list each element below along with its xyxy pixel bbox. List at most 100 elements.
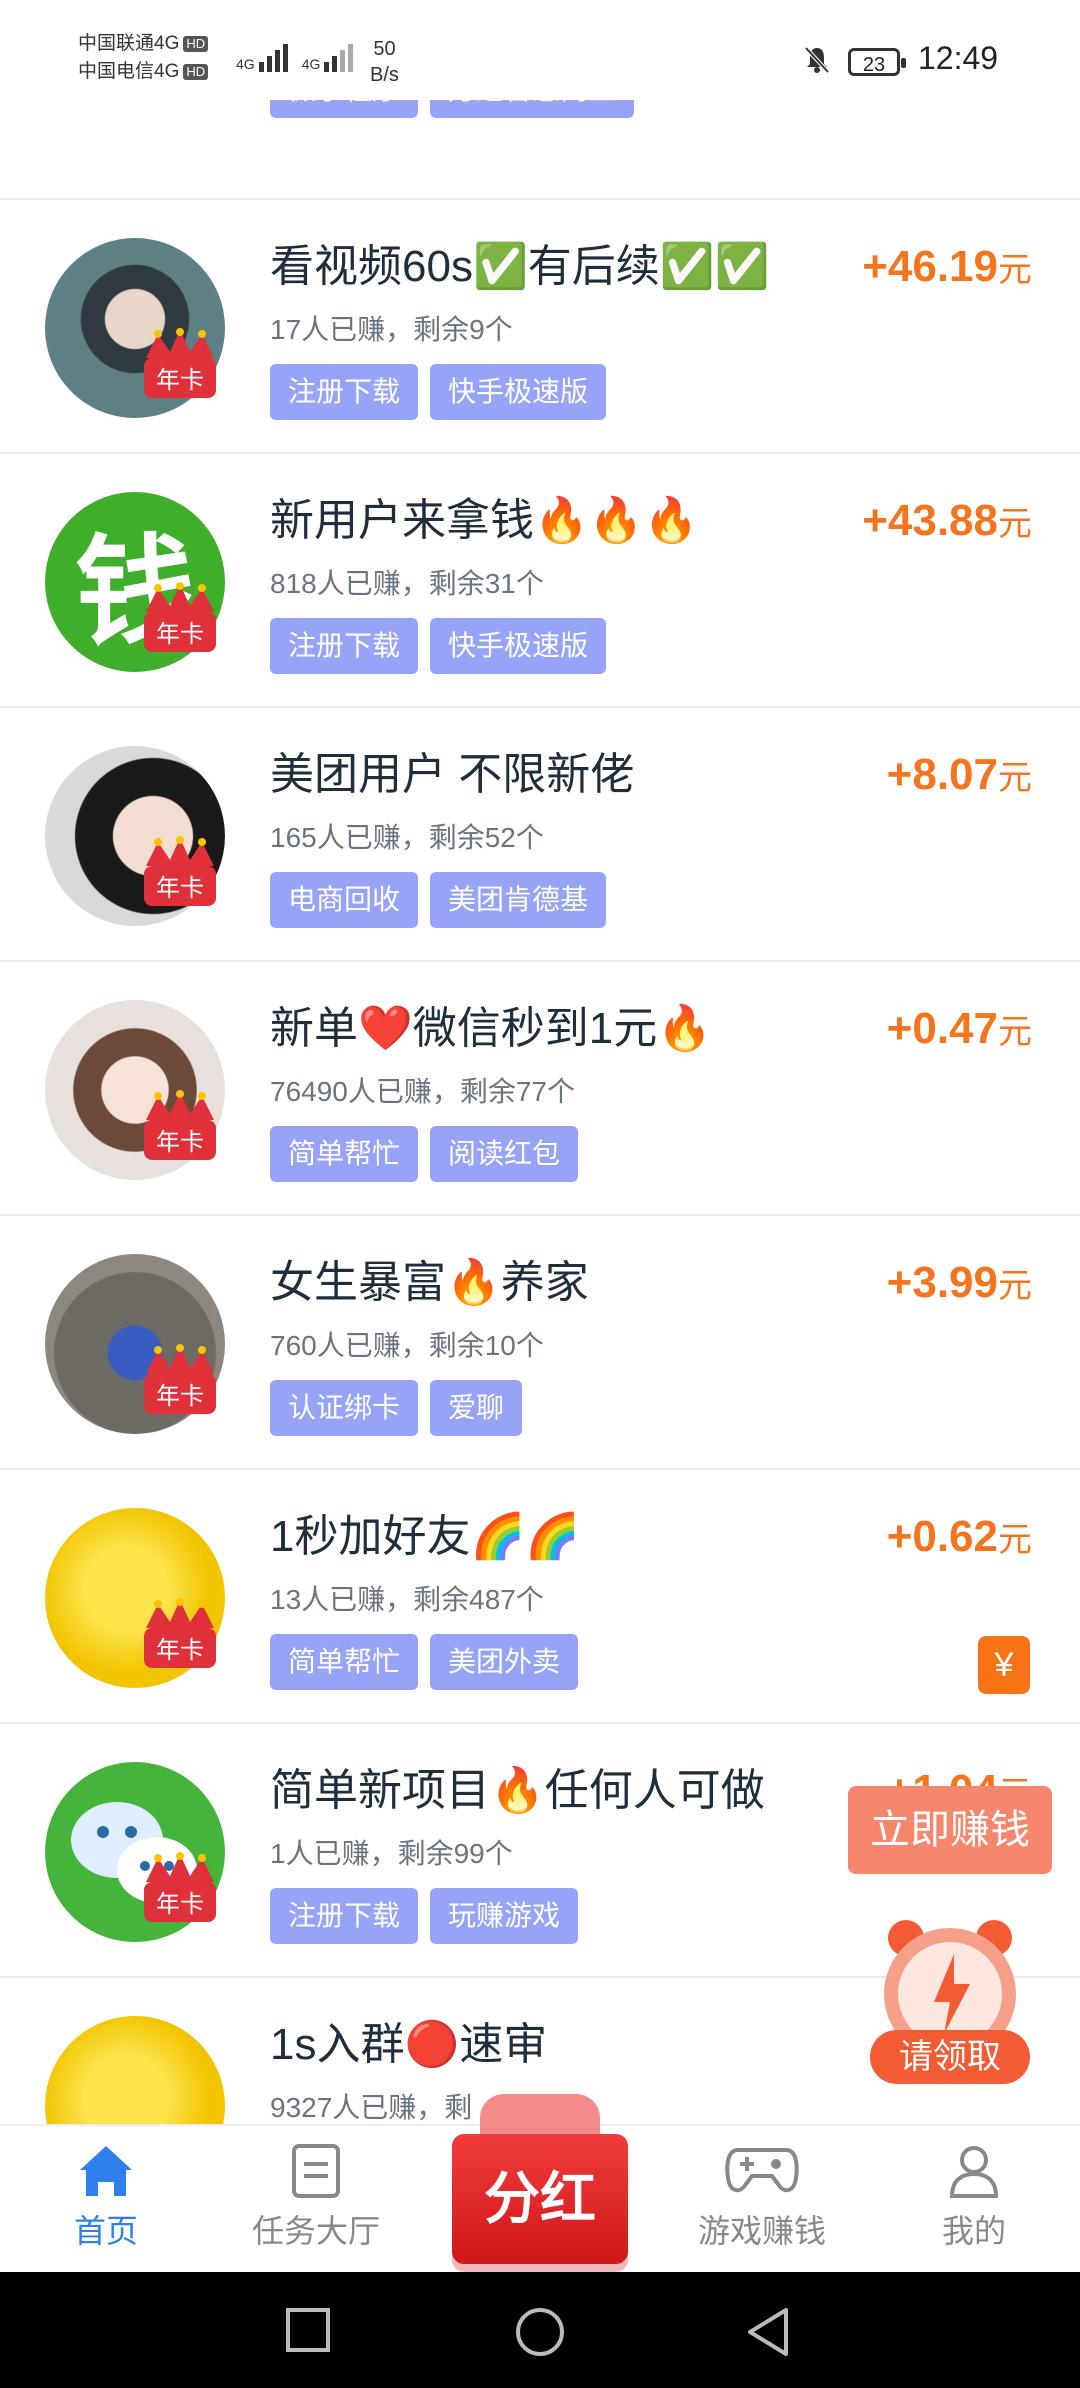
nav-mine-label: 我的 bbox=[941, 2213, 1006, 2249]
reward-unit: 元 bbox=[998, 1521, 1032, 1559]
reward-value: +0.47 bbox=[886, 1004, 998, 1053]
back-triangle-icon[interactable] bbox=[744, 2306, 792, 2358]
tag-list: 认证绑卡 爱聊 bbox=[270, 1380, 523, 1436]
reward-amount: +3.99元 bbox=[887, 1258, 1032, 1308]
list-item[interactable]: 年卡 女生暴富🔥养家 760人已赚，剩余10个 认证绑卡 爱聊 +3.99元 bbox=[0, 1216, 1080, 1470]
list-item[interactable]: 钱 年卡 新用户来拿钱🔥🔥🔥 818人已赚，剩余31个 注册下载 快手极速版 +… bbox=[0, 454, 1080, 708]
home-icon bbox=[80, 2146, 132, 2196]
carrier-1: 中国联通4G bbox=[78, 33, 180, 54]
tag: 注册下载 bbox=[270, 618, 419, 674]
speed-value: 50 bbox=[373, 38, 396, 60]
reward-value: +8.07 bbox=[886, 750, 998, 799]
recent-apps-icon[interactable] bbox=[284, 2306, 332, 2354]
list-item[interactable]: 年卡 美团用户 不限新佬 165人已赚，剩余52个 电商回收 美团肯德基 +8.… bbox=[0, 708, 1080, 962]
reward-unit: 元 bbox=[998, 759, 1032, 797]
annual-card-badge-icon: 年卡 bbox=[144, 836, 216, 906]
red-packet-icon[interactable]: ¥ bbox=[978, 1636, 1030, 1694]
task-title: 看视频60s✅有后续✅✅ bbox=[270, 242, 770, 291]
annual-card-badge-icon: 年卡 bbox=[144, 1598, 216, 1668]
reward-unit: 元 bbox=[998, 1267, 1032, 1305]
tag-list: 简单帮忙 美团外卖 bbox=[270, 1634, 579, 1690]
annual-card-badge-icon: 年卡 bbox=[144, 582, 216, 652]
dividend-label: 分红 bbox=[452, 2134, 628, 2264]
hd-badge: HD bbox=[183, 35, 209, 52]
badge-text: 年卡 bbox=[156, 1890, 204, 1918]
carrier-info: 中国联通4G HD 中国电信4G HD bbox=[78, 30, 209, 86]
reward-unit: 元 bbox=[998, 505, 1032, 543]
nav-game[interactable]: 游戏赚钱 bbox=[692, 2136, 832, 2252]
annual-card-badge-icon: 年卡 bbox=[144, 328, 216, 398]
nav-tasks[interactable]: 任务大厅 bbox=[246, 2136, 386, 2252]
tag: 玩赚游戏 bbox=[430, 1888, 579, 1944]
tag: 美团肯德基 bbox=[430, 872, 607, 928]
task-title: 新用户来拿钱🔥🔥🔥 bbox=[270, 496, 699, 545]
tag-list: 注册下载 快手极速版 bbox=[270, 364, 607, 420]
badge-text: 年卡 bbox=[156, 1636, 204, 1664]
list-item[interactable]: 年卡 1秒加好友🌈🌈 13人已赚，剩余487个 简单帮忙 美团外卖 +0.62元 bbox=[0, 1470, 1080, 1724]
battery-indicator: 23 bbox=[848, 48, 906, 76]
task-title: 1s入群🔴速审 bbox=[270, 2020, 548, 2069]
signal-icon bbox=[324, 36, 354, 72]
signal-icons: 4G 4G bbox=[236, 36, 354, 72]
claim-button[interactable]: 请领取 bbox=[870, 2030, 1030, 2084]
dividend-button[interactable]: 分红 bbox=[452, 2094, 628, 2264]
nav-home-label: 首页 bbox=[73, 2213, 138, 2249]
clock: 12:49 bbox=[918, 40, 999, 76]
task-title: 简单新项目🔥任何人可做 bbox=[270, 1766, 765, 1815]
carrier-2: 中国电信4G bbox=[78, 61, 180, 82]
reward-amount: +8.07元 bbox=[887, 750, 1032, 800]
gamepad-icon bbox=[725, 2148, 799, 2193]
tag-list: 注册下载 快手极速版 bbox=[270, 618, 607, 674]
annual-card-badge-icon: 年卡 bbox=[144, 1344, 216, 1414]
badge-text: 年卡 bbox=[156, 366, 204, 394]
reward-amount: +43.88元 bbox=[862, 496, 1032, 546]
tag: 简单帮忙 bbox=[270, 1126, 419, 1182]
reward-amount: +0.47元 bbox=[887, 1004, 1032, 1054]
nav-game-label: 游戏赚钱 bbox=[697, 2213, 826, 2249]
tag: 阅读红包 bbox=[430, 1126, 579, 1182]
tag: 注册下载 bbox=[270, 1888, 419, 1944]
reward-value: +0.62 bbox=[886, 1512, 998, 1561]
tag: 认证绑卡 bbox=[270, 1380, 419, 1436]
list-item[interactable]: 年卡 新单❤️微信秒到1元🔥 76490人已赚，剩余77个 简单帮忙 阅读红包 … bbox=[0, 962, 1080, 1216]
reward-unit: 元 bbox=[998, 251, 1032, 289]
task-meta: 76490人已赚，剩余77个 bbox=[270, 1076, 576, 1107]
document-icon bbox=[292, 2144, 340, 2198]
tag: 简单帮忙 bbox=[270, 1634, 419, 1690]
task-meta: 760人已赚，剩余10个 bbox=[270, 1330, 544, 1361]
reward-amount: +0.62元 bbox=[887, 1512, 1032, 1562]
home-circle-icon[interactable] bbox=[514, 2306, 566, 2358]
tag: 爱聊 bbox=[430, 1380, 523, 1436]
task-meta: 9327人已赚，剩 bbox=[270, 2092, 473, 2123]
tag: 电商回收 bbox=[270, 872, 419, 928]
speed-unit: B/s bbox=[370, 64, 399, 86]
tag-list: 注册下载 玩赚游戏 bbox=[270, 1888, 579, 1944]
tag-list: 简单帮忙 阅读红包 bbox=[270, 1126, 579, 1182]
list-item[interactable]: 年卡 看视频60s✅有后续✅✅ 17人已赚，剩余9个 注册下载 快手极速版 +4… bbox=[0, 200, 1080, 454]
badge-text: 年卡 bbox=[156, 620, 204, 648]
reward-amount: +46.19元 bbox=[862, 242, 1032, 292]
task-meta: 17人已赚，剩余9个 bbox=[270, 314, 513, 345]
task-meta: 13人已赚，剩余487个 bbox=[270, 1584, 544, 1615]
reward-value: +46.19 bbox=[862, 242, 998, 291]
system-nav-bar bbox=[0, 2272, 1080, 2388]
task-title: 女生暴富🔥养家 bbox=[270, 1258, 589, 1307]
nav-mine[interactable]: 我的 bbox=[904, 2136, 1044, 2252]
reward-unit: 元 bbox=[998, 1013, 1032, 1051]
earn-now-button[interactable]: 立即赚钱 bbox=[848, 1786, 1052, 1874]
tag-list: 电商回收 美团肯德基 bbox=[270, 872, 607, 928]
tag: 快手极速版 bbox=[430, 618, 607, 674]
task-meta: 165人已赚，剩余52个 bbox=[270, 822, 544, 853]
tag: 美团外卖 bbox=[430, 1634, 579, 1690]
badge-text: 年卡 bbox=[156, 1128, 204, 1156]
signal-label-2: 4G bbox=[301, 56, 321, 72]
badge-text: 年卡 bbox=[156, 1382, 204, 1410]
tag: 快手极速版 bbox=[430, 364, 607, 420]
nav-tasks-label: 任务大厅 bbox=[251, 2213, 380, 2249]
task-meta: 818人已赚，剩余31个 bbox=[270, 568, 544, 599]
signal-icon bbox=[258, 36, 288, 72]
badge-text: 年卡 bbox=[156, 874, 204, 902]
nav-home[interactable]: 首页 bbox=[36, 2136, 176, 2252]
mute-bell-icon bbox=[804, 46, 830, 74]
status-bar: 中国联通4G HD 中国电信4G HD 4G 4G 50 B/s 23 12:49 bbox=[0, 0, 1080, 100]
